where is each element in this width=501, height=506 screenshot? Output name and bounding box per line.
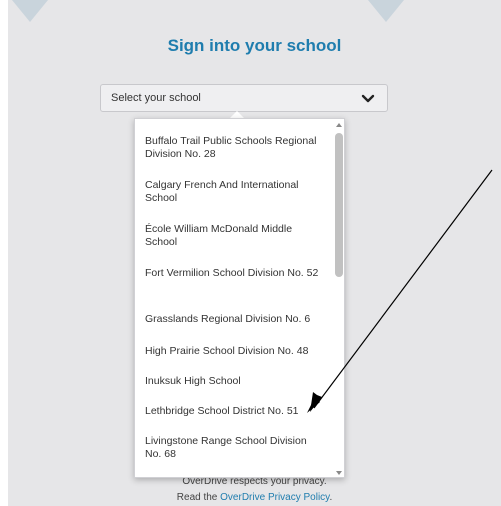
school-select[interactable]: Select your school	[100, 84, 388, 112]
privacy-policy-link[interactable]: OverDrive Privacy Policy	[220, 492, 329, 503]
privacy-line-2-prefix: Read the	[176, 492, 221, 503]
scroll-up-arrow-icon[interactable]	[336, 123, 342, 127]
school-option-calgary-french[interactable]: Calgary French And International School	[145, 179, 325, 205]
page-title: Sign into your school	[167, 36, 342, 55]
school-option-buffalo-trail[interactable]: Buffalo Trail Public Schools Regional Di…	[145, 135, 325, 161]
scrollbar-thumb[interactable]	[335, 133, 343, 277]
privacy-notice: OverDrive respects your privacy. Read th…	[8, 474, 501, 506]
school-option-ecole-william-mcdonald[interactable]: École William McDonald Middle School	[145, 223, 325, 249]
school-option-high-prairie[interactable]: High Prairie School Division No. 48	[145, 345, 325, 358]
decorative-shape-left	[12, 0, 48, 22]
privacy-line-2-suffix: .	[329, 492, 333, 503]
decorative-shape-right	[368, 0, 404, 22]
school-option-fort-vermilion[interactable]: Fort Vermilion School Division No. 52	[145, 267, 325, 280]
dropdown-scrollbar[interactable]	[334, 121, 344, 477]
chevron-down-icon	[361, 94, 375, 103]
scroll-down-arrow-icon[interactable]	[336, 471, 342, 475]
school-option-inuksuk[interactable]: Inuksuk High School	[145, 375, 325, 388]
school-option-livingstone-range[interactable]: Livingstone Range School Division No. 68	[145, 435, 325, 461]
school-dropdown-list[interactable]: Buffalo Trail Public Schools Regional Di…	[134, 118, 345, 478]
school-option-grasslands[interactable]: Grasslands Regional Division No. 6	[145, 313, 325, 326]
school-select-value: Select your school	[111, 92, 201, 104]
school-option-lethbridge[interactable]: Lethbridge School District No. 51	[145, 405, 325, 418]
privacy-line-2: Read the OverDrive Privacy Policy.	[8, 490, 501, 506]
